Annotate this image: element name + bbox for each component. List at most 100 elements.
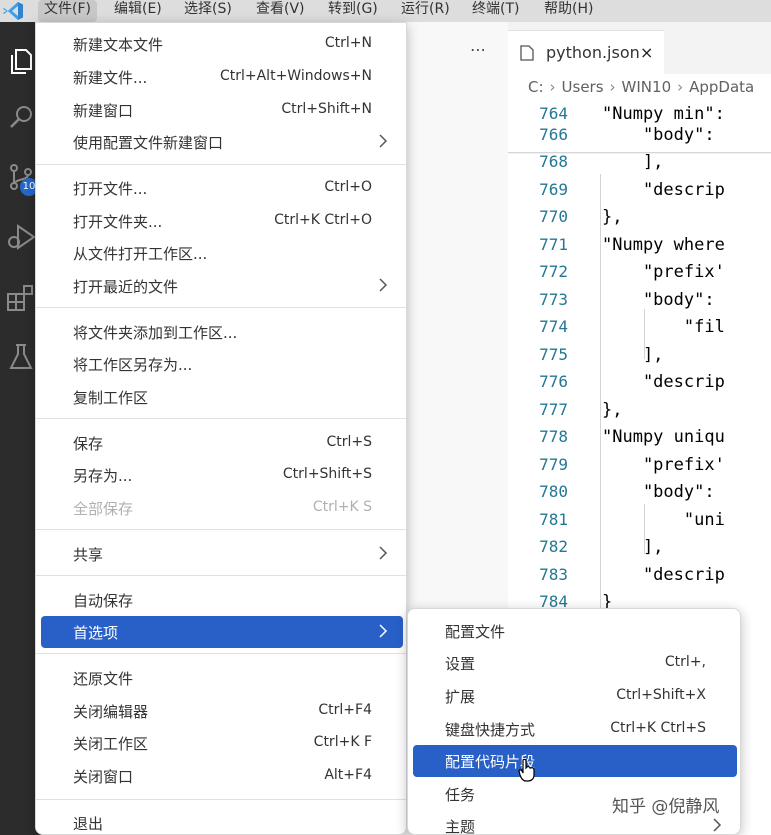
breadcrumb-chevron-icon: › bbox=[677, 78, 684, 96]
line-number: 780 bbox=[539, 482, 568, 501]
watermark: 知乎 @倪静风 bbox=[612, 797, 720, 817]
code-text: }, bbox=[602, 207, 623, 227]
menu-item-label: 关闭窗口 bbox=[73, 768, 134, 786]
file-menu-item[interactable]: 打开文件夹... Ctrl+K Ctrl+O bbox=[41, 205, 403, 237]
testing-icon[interactable] bbox=[4, 340, 38, 374]
file-menu-item[interactable]: 新建文本文件 Ctrl+N bbox=[41, 28, 403, 60]
menu-item-shortcut: Ctrl+S bbox=[326, 434, 372, 450]
code-line: 772 "prefix' bbox=[508, 262, 771, 288]
menu-item-label: 保存 bbox=[73, 435, 104, 453]
preferences-menu-item[interactable]: 配置文件 bbox=[413, 615, 737, 647]
breadcrumb-item[interactable]: C: bbox=[528, 78, 544, 96]
tab-label: python.json bbox=[546, 43, 640, 62]
menu-item-label: 设置 bbox=[445, 655, 476, 673]
menu-item-label: 主题 bbox=[445, 818, 476, 835]
code-line: 774 "fil bbox=[508, 317, 771, 343]
line-number: 770 bbox=[539, 207, 568, 226]
breadcrumb-chevron-icon: › bbox=[609, 78, 616, 96]
code-line: 771 "Numpy where bbox=[508, 235, 771, 261]
extensions-icon[interactable] bbox=[4, 280, 38, 314]
run-debug-icon[interactable] bbox=[4, 220, 38, 254]
file-menu-item: 全部保存 Ctrl+K S bbox=[41, 492, 403, 524]
file-menu-item[interactable]: 使用配置文件新建窗口 bbox=[41, 126, 403, 158]
hand-cursor-icon bbox=[518, 758, 535, 782]
menu-item-label: 将工作区另存为... bbox=[73, 356, 193, 374]
menu-item-shortcut: Ctrl+Shift+N bbox=[281, 101, 372, 117]
line-number: 772 bbox=[539, 262, 568, 281]
file-menu-item[interactable]: 新建文件... Ctrl+Alt+Windows+N bbox=[41, 61, 403, 93]
file-menu-item[interactable]: 打开最近的文件 bbox=[41, 270, 403, 302]
search-icon[interactable] bbox=[4, 100, 38, 134]
menu-4[interactable]: 转到(G) bbox=[322, 0, 384, 22]
menu-item-label: 新建文件... bbox=[73, 69, 148, 87]
file-menu-item[interactable]: 退出 bbox=[41, 807, 403, 835]
menu-item-shortcut: Ctrl+O bbox=[324, 179, 372, 195]
preferences-menu-item[interactable]: 扩展 Ctrl+Shift+X bbox=[413, 680, 737, 712]
menu-3[interactable]: 查看(V) bbox=[250, 0, 311, 22]
file-menu-item[interactable]: 从文件打开工作区... bbox=[41, 237, 403, 269]
code-line: 773 "body": bbox=[508, 290, 771, 316]
chevron-right-icon bbox=[713, 818, 722, 832]
file-menu-item[interactable]: 关闭编辑器 Ctrl+F4 bbox=[41, 695, 403, 727]
menu-item-label: 关闭工作区 bbox=[73, 735, 149, 753]
file-menu-item[interactable]: 保存 Ctrl+S bbox=[41, 427, 403, 459]
menu-item-shortcut: Ctrl+K S bbox=[312, 499, 372, 515]
file-menu-item[interactable]: 将文件夹添加到工作区... bbox=[41, 316, 403, 348]
code-line: 780 "body": bbox=[508, 482, 771, 508]
close-icon[interactable]: × bbox=[640, 43, 653, 62]
code-text: "descrip bbox=[602, 180, 725, 200]
preferences-menu-item[interactable]: 配置代码片段 bbox=[413, 745, 737, 777]
more-actions-icon[interactable]: ⋯ bbox=[470, 40, 486, 59]
preferences-menu-item[interactable]: 设置 Ctrl+, bbox=[413, 647, 737, 679]
explorer-icon[interactable] bbox=[4, 44, 38, 78]
preferences-menu-item[interactable]: 键盘快捷方式 Ctrl+K Ctrl+S bbox=[413, 713, 737, 745]
file-menu-item[interactable]: 自动保存 bbox=[41, 584, 403, 616]
breadcrumb-item[interactable]: Users bbox=[562, 78, 604, 96]
line-number: 766 bbox=[539, 125, 568, 144]
breadcrumb-item[interactable]: AppData bbox=[689, 78, 754, 96]
file-menu-item[interactable]: 复制工作区 bbox=[41, 381, 403, 413]
menu-item-label: 键盘快捷方式 bbox=[445, 721, 536, 739]
menu-item-label: 共享 bbox=[73, 546, 104, 564]
code-text: "fil bbox=[602, 317, 725, 337]
file-menu-item[interactable]: 新建窗口 Ctrl+Shift+N bbox=[41, 94, 403, 126]
menu-item-label: 将文件夹添加到工作区... bbox=[73, 324, 238, 342]
code-area[interactable]: 764 "Numpy min": 766 "body": 768 ], 769 "des… bbox=[508, 104, 771, 614]
code-text: ], bbox=[602, 152, 664, 172]
file-menu-item[interactable]: 关闭窗口 Alt+F4 bbox=[41, 760, 403, 792]
menu-0[interactable]: 文件(F) bbox=[38, 0, 97, 22]
code-line: 779 "prefix' bbox=[508, 455, 771, 481]
line-number: 781 bbox=[539, 510, 568, 529]
sticky-scroll-shadow bbox=[508, 152, 771, 154]
menu-2[interactable]: 选择(S) bbox=[178, 0, 238, 22]
menu-item-label: 配置文件 bbox=[445, 623, 506, 641]
menu-separator bbox=[36, 653, 406, 654]
chevron-right-icon bbox=[379, 278, 388, 292]
file-menu-item[interactable]: 共享 bbox=[41, 538, 403, 570]
file-menu-item[interactable]: 将工作区另存为... bbox=[41, 348, 403, 380]
breadcrumb-item[interactable]: WIN10 bbox=[622, 78, 672, 96]
menu-5[interactable]: 运行(R) bbox=[395, 0, 456, 22]
file-menu-item[interactable]: 还原文件 bbox=[41, 662, 403, 694]
menu-item-label: 关闭编辑器 bbox=[73, 703, 149, 721]
file-menu-item[interactable]: 首选项 bbox=[41, 616, 403, 648]
menu-item-shortcut: Ctrl+F4 bbox=[318, 702, 372, 718]
menu-7[interactable]: 帮助(H) bbox=[538, 0, 599, 22]
menu-item-label: 打开文件夹... bbox=[73, 213, 163, 231]
menu-6[interactable]: 终端(T) bbox=[466, 0, 525, 22]
file-menu-item[interactable]: 关闭工作区 Ctrl+K F bbox=[41, 727, 403, 759]
menu-item-shortcut: Ctrl+Shift+S bbox=[282, 466, 372, 482]
file-menu-item[interactable]: 另存为... Ctrl+Shift+S bbox=[41, 459, 403, 491]
tab-python-json[interactable]: python.json × bbox=[508, 30, 664, 74]
code-line: 770}, bbox=[508, 207, 771, 233]
menu-item-shortcut: Ctrl+Alt+Windows+N bbox=[219, 68, 372, 84]
code-line: 783 "descrip bbox=[508, 565, 771, 591]
menu-item-label: 另存为... bbox=[73, 467, 133, 485]
menu-item-shortcut: Ctrl+K Ctrl+S bbox=[610, 720, 706, 736]
menu-item-label: 退出 bbox=[73, 815, 104, 833]
file-menu-item[interactable]: 打开文件... Ctrl+O bbox=[41, 172, 403, 204]
menu-separator bbox=[36, 418, 406, 419]
menu-1[interactable]: 编辑(E) bbox=[108, 0, 168, 22]
code-text: ], bbox=[602, 345, 664, 365]
line-number: 779 bbox=[539, 455, 568, 474]
